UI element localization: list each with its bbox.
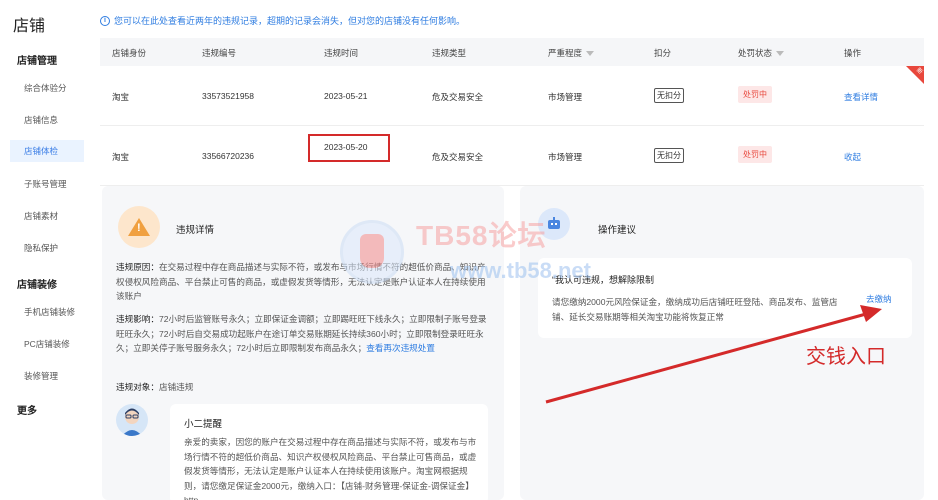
annotation-label: 交钱入口 <box>806 346 886 368</box>
sidebar-item-mobile-decoration[interactable]: 手机店铺装修 <box>24 306 75 318</box>
sidebar-group-shop-management[interactable]: 店铺管理 <box>17 52 57 67</box>
column-header: 操作 <box>844 48 862 58</box>
reminder-card: 小二提醒 亲爱的卖家，因您的账户在交易过程中存在商品描述与实际不符，或发布与市场… <box>170 404 488 500</box>
violation-reason: 违规原因：在交易过程中存在商品描述与实际不符，或发布与市场行情不符的超低价商品、… <box>116 260 494 304</box>
sidebar-item-shop-checkup[interactable]: 店铺体检 <box>10 140 84 162</box>
violation-target: 违规对象：店铺违规 <box>116 380 494 395</box>
cell-violation-type: 危及交易安全 <box>432 152 484 162</box>
info-icon: i <box>100 15 110 26</box>
cell-violation-id: 33573521958 <box>202 91 255 101</box>
warning-icon: ! <box>118 206 160 248</box>
column-header: 违规编号 <box>202 48 237 58</box>
detail-title: 违规详情 <box>176 225 215 236</box>
cell-violation-time: 2023-05-21 <box>324 91 368 101</box>
robot-icon <box>538 208 570 240</box>
filter-icon[interactable] <box>776 50 785 56</box>
sidebar-item-pc-decoration[interactable]: PC店铺装修 <box>24 338 70 350</box>
deduct-badge: 无扣分 <box>654 148 684 163</box>
reminder-body: 亲爱的卖家，因您的账户在交易过程中存在商品描述与实际不符，或发布与市场行情不符的… <box>184 437 477 500</box>
sidebar-item-decoration-manage[interactable]: 装修管理 <box>24 370 58 382</box>
status-badge: 处罚中 <box>738 146 772 163</box>
table-row: 淘宝 33566720236 2023-05-20 危及交易安全 市场管理 无扣… <box>100 126 924 186</box>
sidebar-title: 店铺 <box>13 18 46 35</box>
cell-violation-id: 33566720236 <box>202 151 255 161</box>
pay-deposit-link[interactable]: 去缴纳 <box>866 293 892 305</box>
column-header: 违规时间 <box>324 48 359 58</box>
collapse-link[interactable]: 收起 <box>844 151 861 163</box>
suggestion-card-body: 请您缴纳2000元风险保证金，缴纳成功后店铺旺旺登陆、商品发布、监管店铺、延长交… <box>552 297 838 322</box>
column-header-status[interactable]: 处罚状态 <box>738 47 785 59</box>
target-text: 店铺违规 <box>158 382 194 392</box>
column-header: 违规类型 <box>432 48 467 58</box>
view-details-link[interactable]: 查看详情 <box>844 91 878 103</box>
suggestion-card: “我认可违规，想解除限制 请您缴纳2000元风险保证金，缴纳成功后店铺旺旺登陆、… <box>538 258 912 338</box>
table-row: 淘宝 33573521958 2023-05-21 危及交易安全 市场管理 无扣… <box>100 66 924 126</box>
sidebar-item-shop-info[interactable]: 店铺信息 <box>24 114 58 126</box>
notice-bar: i 您可以在此处查看近两年的违规记录，超期的记录会消失，但对您的店铺没有任何影响… <box>100 14 465 27</box>
cell-shop: 淘宝 <box>112 152 130 162</box>
repeat-violation-link[interactable]: 查看再次违规处置 <box>366 343 435 353</box>
reminder-title: 小二提醒 <box>184 419 223 430</box>
violation-detail-panel: ! 违规详情 违规原因：在交易过程中存在商品描述与实际不符，或发布与市场行情不符… <box>102 186 504 500</box>
sidebar-item-subaccounts[interactable]: 子账号管理 <box>24 178 67 190</box>
violation-impact: 违规影响：72小时后监管账号永久；立即保证金调额；立即踢旺旺下线永久；立即限制子… <box>116 312 494 356</box>
column-header: 扣分 <box>654 48 672 58</box>
suggestion-card-title: “我认可违规，想解除限制 <box>552 275 654 285</box>
cell-violation-type: 危及交易安全 <box>432 92 484 102</box>
cell-shop: 淘宝 <box>112 92 130 102</box>
violation-table: 店铺身份 违规编号 违规时间 违规类型 严重程度 扣分 处罚状态 操作 淘宝 3… <box>100 38 924 186</box>
sidebar-more[interactable]: 更多 <box>17 402 37 417</box>
deduct-badge: 无扣分 <box>654 88 684 103</box>
cell-violation-time: 2023-05-20 <box>324 142 368 152</box>
notice-text: 您可以在此处查看近两年的违规记录，超期的记录会消失，但对您的店铺没有任何影响。 <box>114 16 466 26</box>
status-badge: 处罚中 <box>738 86 772 103</box>
cell-severity: 市场管理 <box>548 152 583 162</box>
impact-label: 违规影响： <box>116 314 159 324</box>
sidebar: 店铺 店铺管理 综合体验分 店铺信息 店铺体检 子账号管理 店铺素材 隐私保护 … <box>0 0 88 500</box>
target-label: 违规对象： <box>116 382 159 392</box>
cell-severity: 市场管理 <box>548 92 583 102</box>
column-header-severity[interactable]: 严重程度 <box>548 47 595 59</box>
reason-label: 违规原因： <box>116 262 159 272</box>
filter-icon[interactable] <box>586 50 595 56</box>
sidebar-item-privacy[interactable]: 隐私保护 <box>24 242 58 254</box>
avatar <box>116 404 148 436</box>
sidebar-item-overall-score[interactable]: 综合体验分 <box>24 82 67 94</box>
reason-text: 在交易过程中存在商品描述与实际不符，或发布与市场行情不符的超低价商品、知识产权侵… <box>116 262 486 301</box>
sidebar-group-decoration[interactable]: 店铺装修 <box>17 276 57 291</box>
suggestion-title: 操作建议 <box>598 225 637 236</box>
sidebar-item-shop-materials[interactable]: 店铺素材 <box>24 210 58 222</box>
table-header: 店铺身份 违规编号 违规时间 违规类型 严重程度 扣分 处罚状态 操作 <box>100 38 924 66</box>
column-header: 店铺身份 <box>112 48 147 58</box>
